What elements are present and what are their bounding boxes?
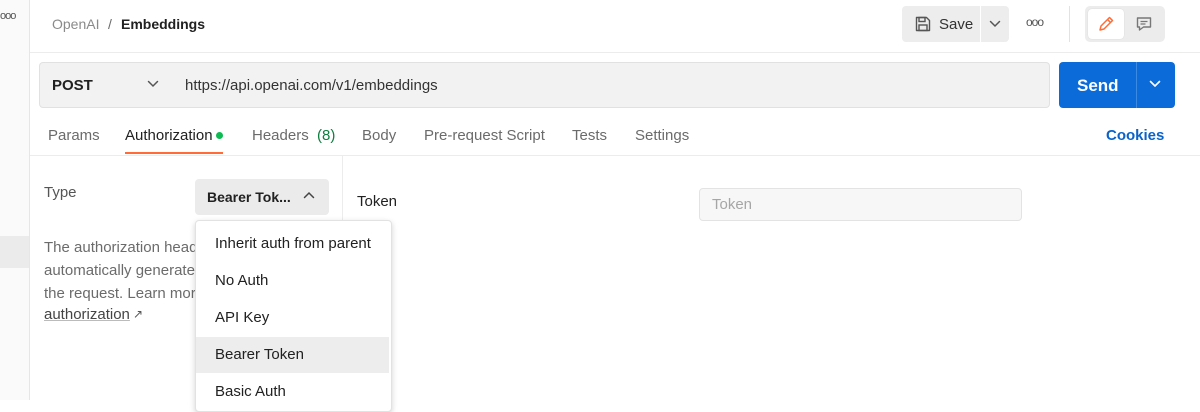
- auth-description-line: the request. Learn more: [44, 285, 205, 302]
- send-divider: [1136, 62, 1137, 108]
- authorization-docs-link[interactable]: authorization: [44, 306, 130, 323]
- tabs-divider: [30, 155, 1200, 156]
- auth-type-value[interactable]: Bearer Tok...: [207, 189, 291, 205]
- tab-settings[interactable]: Settings: [635, 127, 689, 144]
- auth-description: The authorization head automatically gen…: [44, 236, 204, 305]
- comment-icon: [1136, 17, 1152, 31]
- chevron-down-icon[interactable]: [1149, 80, 1161, 88]
- token-input[interactable]: [699, 188, 1022, 221]
- tab-params[interactable]: Params: [48, 127, 100, 144]
- save-button[interactable]: Save: [902, 6, 980, 42]
- url-value[interactable]: https://api.openai.com/v1/embeddings: [185, 77, 438, 94]
- rail-more-icon[interactable]: ooo: [0, 10, 16, 22]
- sidebar-rail: [0, 0, 30, 400]
- token-label: Token: [357, 193, 398, 210]
- menu-item-api-key[interactable]: API Key: [196, 300, 389, 336]
- save-label: Save: [939, 15, 974, 33]
- floppy-disk-icon: [915, 16, 931, 32]
- cookies-link[interactable]: Cookies: [1106, 127, 1164, 144]
- menu-item-inherit-auth[interactable]: Inherit auth from parent: [196, 226, 389, 262]
- request-header: [30, 0, 1200, 53]
- send-label[interactable]: Send: [1077, 76, 1119, 96]
- auth-type-label: Type: [44, 184, 77, 201]
- more-options-icon[interactable]: ooo: [1026, 15, 1044, 29]
- tab-headers-label: Headers: [252, 127, 309, 144]
- auth-description-line: automatically generate: [44, 262, 195, 279]
- menu-item-no-auth[interactable]: No Auth: [196, 263, 389, 299]
- chevron-up-icon: [303, 191, 315, 199]
- headers-count: (8): [317, 127, 336, 144]
- chevron-down-icon: [147, 80, 159, 88]
- edit-mode-button[interactable]: [1088, 9, 1124, 39]
- rail-selected-item[interactable]: [0, 236, 29, 268]
- menu-item-basic-auth[interactable]: Basic Auth: [196, 374, 389, 410]
- comments-button[interactable]: [1126, 9, 1162, 39]
- menu-item-bearer-token[interactable]: Bearer Token: [196, 337, 389, 373]
- tab-body[interactable]: Body: [362, 127, 396, 144]
- tab-headers[interactable]: Headers (8): [252, 127, 335, 144]
- auth-description-line: The authorization head: [44, 239, 198, 256]
- header-divider: [1069, 6, 1070, 42]
- method-value: POST: [52, 77, 93, 94]
- breadcrumb-request-name[interactable]: Embeddings: [121, 16, 205, 32]
- active-tab-indicator: [125, 152, 223, 154]
- external-link-icon: ↗: [133, 307, 144, 321]
- auth-status-dot: [216, 132, 223, 139]
- tab-pre-request-script[interactable]: Pre-request Script: [424, 127, 545, 144]
- chevron-down-icon: [989, 20, 1001, 28]
- breadcrumb-collection[interactable]: OpenAI: [52, 16, 99, 32]
- tab-tests[interactable]: Tests: [572, 127, 607, 144]
- breadcrumb-separator: /: [108, 16, 112, 32]
- pencil-icon: [1099, 16, 1114, 31]
- save-options-button[interactable]: [981, 6, 1009, 42]
- tab-authorization[interactable]: Authorization: [125, 127, 213, 144]
